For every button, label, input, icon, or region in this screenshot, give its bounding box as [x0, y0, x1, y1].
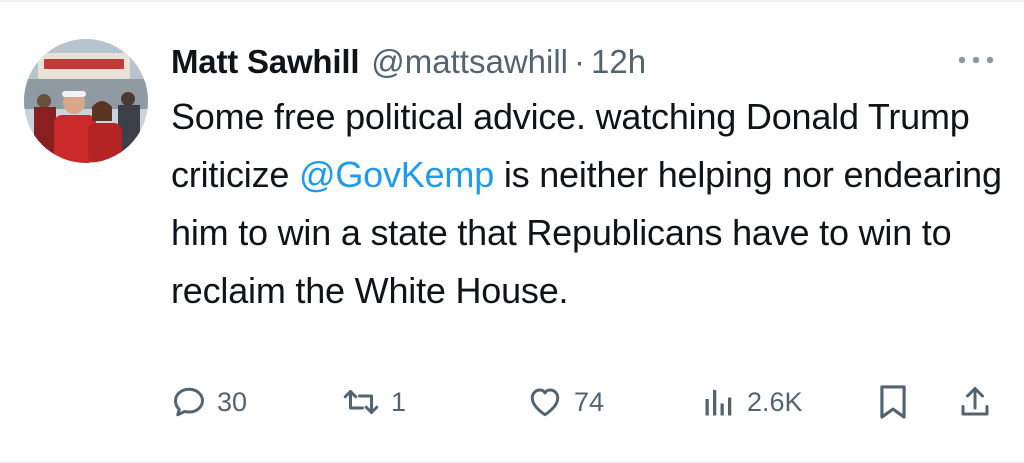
- top-divider: [0, 0, 1024, 2]
- retweet-count: 1: [391, 386, 407, 417]
- display-name[interactable]: Matt Sawhill: [171, 43, 359, 81]
- action-bar: 30 1 74 2.6K: [171, 380, 1001, 424]
- mention-link[interactable]: @GovKemp: [299, 154, 494, 195]
- tweet-card[interactable]: Matt Sawhill @mattsawhill · 12h Some fre…: [0, 0, 1024, 463]
- reply-count: 30: [217, 386, 248, 417]
- share-icon: [957, 383, 993, 421]
- share-button[interactable]: [957, 380, 993, 424]
- tweet-header: Matt Sawhill @mattsawhill · 12h: [171, 40, 646, 84]
- views-button[interactable]: 2.6K: [701, 380, 803, 424]
- tweet-text: Some free political advice. watching Don…: [171, 88, 1011, 320]
- reply-button[interactable]: 30: [171, 380, 247, 424]
- separator-dot: ·: [574, 43, 586, 80]
- timestamp[interactable]: 12h: [591, 43, 646, 81]
- heart-icon: [526, 384, 564, 420]
- reply-icon: [171, 384, 207, 420]
- bookmark-button[interactable]: [877, 380, 909, 424]
- retweet-button[interactable]: 1: [341, 380, 406, 424]
- user-handle[interactable]: @mattsawhill: [371, 43, 568, 81]
- like-button[interactable]: 74: [526, 380, 604, 424]
- more-dots-icon[interactable]: [956, 52, 996, 68]
- views-count: 2.6K: [747, 386, 803, 417]
- avatar[interactable]: [24, 39, 148, 163]
- bookmark-icon: [877, 383, 909, 421]
- retweet-icon: [341, 384, 381, 420]
- views-chart-icon: [701, 384, 737, 420]
- like-count: 74: [574, 386, 605, 417]
